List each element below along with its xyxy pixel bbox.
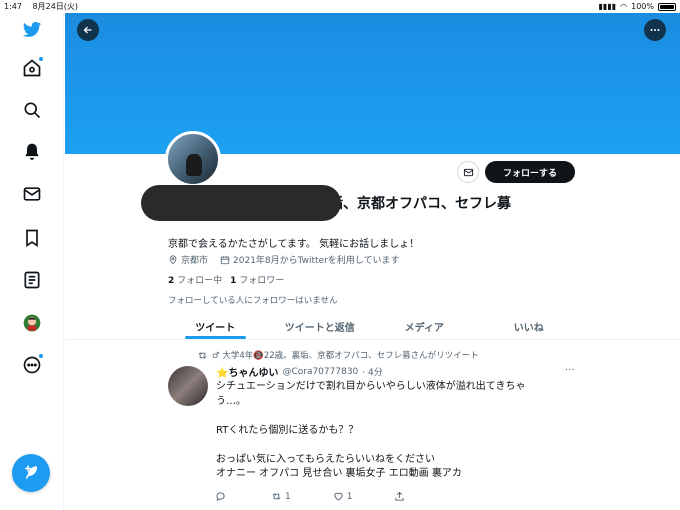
tweet-body: シチュエーションだけで割れ目からいやらしい液体が溢れ出てきちゃ う…。 RTくれ… [216,380,566,482]
tweet-actions: 1 1 [215,491,515,502]
mail-icon [463,168,473,176]
notifications-icon[interactable] [17,137,47,167]
back-button[interactable] [77,19,99,41]
profile-bio: 京都で会えるかたさがしてます。 気軽にお話しましょ！ [168,239,420,250]
reply-icon [216,492,225,502]
heart-icon [334,492,343,501]
followers-link[interactable]: 1 フォロワー [230,273,284,286]
tweet-line: オナニー オフパコ 見せ合い 裏垢女子 エロ動画 裏アカ [216,468,462,479]
like-button[interactable]: 1 [333,491,353,502]
follow-button[interactable]: フォローする [485,161,575,183]
sidebar-nav [0,13,64,510]
signal-icon: ▮▮▮▮ [598,2,617,11]
tab-tweets[interactable]: ツイート [163,313,268,339]
follow-stats: 2 フォロー中 1 フォロワー [168,273,284,286]
profile-name-row: 垢、京都オフパコ、セフレ募 [141,185,641,221]
profile-tabs: ツイート ツイートと返信 メディア いいね [163,313,581,339]
following-link[interactable]: 2 フォロー中 [168,273,222,286]
reply-button[interactable] [215,491,229,502]
tweet-line: RTくれたら個別に送るかも？？ [216,424,359,436]
tab-likes[interactable]: いいね [477,313,582,339]
battery-icon [658,2,676,11]
more-notification-dot [38,353,44,359]
retweet-button[interactable]: 1 [271,491,291,502]
status-date: 8月24日(火) [32,2,79,11]
tweet-author-avatar[interactable] [168,366,208,406]
tweet-line: シチュエーションだけで割れ目からいやらしい液体が溢れ出てきちゃ [216,381,526,392]
profile-location: 京都市 [181,256,209,266]
tabs-divider [65,339,680,340]
battery-percent: 100% [631,2,654,11]
retweet-action-icon [272,493,281,500]
redaction-bar [141,185,341,221]
profile-avatar[interactable] [165,131,221,187]
tweet-header: ⭐️ちゃんゆい @Cora70777830 · 4分 [216,364,383,380]
ellipsis-icon [650,29,660,31]
explore-icon[interactable] [17,95,47,125]
retweet-count: 1 [285,491,291,502]
profile-display-name: 垢、京都オフパコ、セフレ募 [329,196,511,212]
tweet-line [216,409,566,424]
messages-icon[interactable] [17,179,47,209]
profile-main: フォローする 垢、京都オフパコ、セフレ募 京都で会えるかたさがしてます。 気軽に… [65,13,680,510]
like-count: 1 [346,491,353,502]
tweet-line: おっぱい気に入ってもらえたらいいねをください [216,453,435,465]
wifi-icon: ◠ [620,2,628,11]
profile-banner [65,13,680,154]
more-icon[interactable] [17,350,47,380]
compose-tweet-icon [25,465,37,479]
tweet-author-handle[interactable]: @Cora70777830 [282,367,358,377]
more-options-button[interactable] [644,19,666,41]
tab-media[interactable]: メディア [372,313,477,339]
known-followers-text: フォローしている人にフォロワーはいません [168,296,338,306]
compose-tweet-button[interactable] [12,454,50,492]
profile-meta: 京都市 2021年8月からTwitterを利用しています [168,253,400,266]
status-bar: 1:47 8月24日(火) ▮▮▮▮ ◠ 100% [0,0,680,13]
status-time: 1:47 [4,2,22,11]
back-arrow-icon [83,26,92,34]
calendar-icon [220,255,230,264]
tweet-author-name[interactable]: ⭐️ちゃんゆい [216,364,278,379]
tweet-time[interactable]: · 4分 [362,365,382,378]
bookmarks-icon[interactable] [17,223,47,253]
retweet-icon [198,352,207,358]
lists-icon[interactable] [17,265,47,295]
message-button[interactable] [457,161,479,183]
tweet-line [216,438,566,453]
retweet-text: ♂ 大学4年🔞22歳。裏垢、京都オフパコ、セフレ募さんがリツイート [212,351,479,361]
twitter-logo-icon[interactable] [17,15,47,45]
tweet-more-icon[interactable]: ··· [565,365,575,376]
share-button[interactable] [394,491,405,502]
share-icon [395,491,405,501]
profile-icon[interactable] [17,308,47,338]
home-notification-dot [38,56,44,62]
profile-joined: 2021年8月からTwitterを利用しています [233,256,400,266]
home-icon[interactable] [17,53,47,83]
location-icon [169,254,177,264]
tab-tweets-replies[interactable]: ツイートと返信 [268,313,373,339]
tweet-line: う…。 [216,395,246,407]
retweet-indicator: ♂ 大学4年🔞22歳。裏垢、京都オフパコ、セフレ募さんがリツイート [197,349,479,361]
